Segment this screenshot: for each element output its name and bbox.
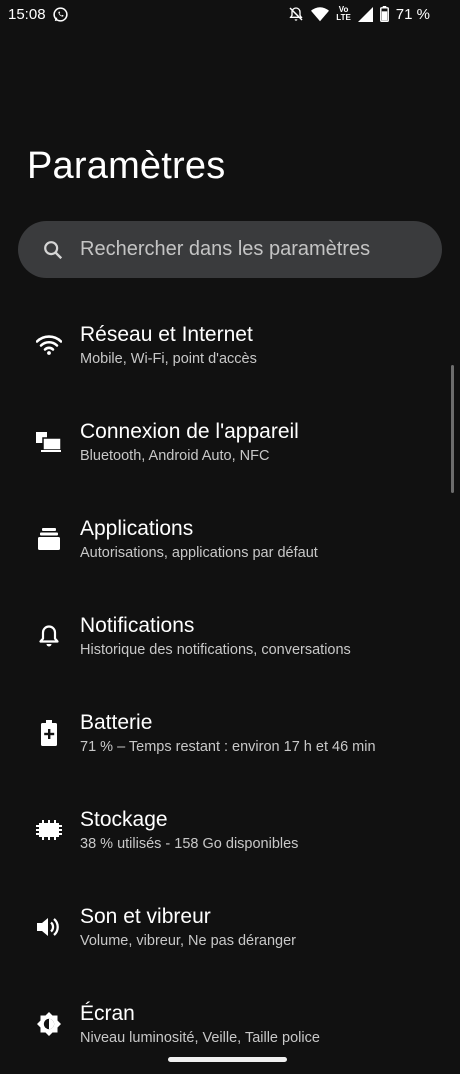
item-text: Applications Autorisations, applications… — [80, 516, 318, 563]
item-subtitle: 38 % utilisés - 158 Go disponibles — [80, 836, 299, 852]
item-subtitle: Volume, vibreur, Ne pas déranger — [80, 933, 297, 949]
bell-off-icon — [288, 6, 304, 22]
storage-icon — [34, 815, 64, 845]
item-subtitle: Bluetooth, Android Auto, NFC — [80, 448, 270, 464]
battery-icon — [379, 6, 389, 22]
volte-lte-icon: Vo LTE — [336, 6, 351, 22]
item-title: Notifications — [80, 614, 195, 637]
status-time: 15:08 — [8, 5, 46, 23]
item-text: Réseau et Internet Mobile, Wi-Fi, point … — [80, 322, 257, 369]
item-title: Applications — [80, 517, 194, 540]
settings-item-battery[interactable]: Batterie 71 % – Temps restant : environ … — [0, 688, 460, 785]
settings-list: Réseau et Internet Mobile, Wi-Fi, point … — [0, 300, 460, 1074]
wifi-icon — [34, 330, 64, 360]
signal-icon — [357, 6, 373, 22]
item-text: Notifications Historique des notificatio… — [80, 613, 351, 660]
item-subtitle: Historique des notifications, conversati… — [80, 642, 351, 658]
search-input[interactable] — [80, 238, 442, 261]
item-title: Connexion de l'appareil — [80, 420, 299, 443]
item-subtitle: Autorisations, applications par défaut — [80, 545, 318, 561]
item-title: Batterie — [80, 711, 153, 734]
settings-item-notifications[interactable]: Notifications Historique des notificatio… — [0, 591, 460, 688]
item-subtitle: Mobile, Wi-Fi, point d'accès — [80, 351, 257, 367]
scrollbar[interactable] — [451, 365, 454, 493]
settings-item-network[interactable]: Réseau et Internet Mobile, Wi-Fi, point … — [0, 300, 460, 397]
wifi-icon — [311, 6, 330, 22]
volume-icon — [34, 912, 64, 942]
battery-plus-icon — [34, 718, 64, 748]
page-title: Paramètres — [27, 145, 226, 187]
item-title: Écran — [80, 1002, 135, 1025]
battery-percent: 71 % — [395, 5, 430, 23]
settings-item-storage[interactable]: Stockage 38 % utilisés - 158 Go disponib… — [0, 785, 460, 882]
item-text: Connexion de l'appareil Bluetooth, Andro… — [80, 419, 299, 466]
item-text: Écran Niveau luminosité, Veille, Taille … — [80, 1001, 320, 1048]
status-bar: 15:08 Vo LTE 71 % — [0, 0, 460, 28]
status-right: Vo LTE 71 % — [288, 6, 430, 23]
whatsapp-icon — [52, 6, 69, 23]
item-title: Réseau et Internet — [80, 323, 253, 346]
item-text: Batterie 71 % – Temps restant : environ … — [80, 710, 376, 757]
item-subtitle: 71 % – Temps restant : environ 17 h et 4… — [80, 739, 376, 755]
devices-icon — [34, 427, 64, 457]
settings-item-apps[interactable]: Applications Autorisations, applications… — [0, 494, 460, 591]
settings-item-connected-devices[interactable]: Connexion de l'appareil Bluetooth, Andro… — [0, 397, 460, 494]
item-title: Stockage — [80, 808, 168, 831]
item-title: Son et vibreur — [80, 905, 211, 928]
gesture-nav-handle[interactable] — [168, 1057, 287, 1062]
item-text: Stockage 38 % utilisés - 158 Go disponib… — [80, 807, 298, 854]
apps-icon — [34, 524, 64, 554]
search-bar[interactable] — [18, 221, 442, 278]
settings-item-sound[interactable]: Son et vibreur Volume, vibreur, Ne pas d… — [0, 882, 460, 979]
brightness-icon — [34, 1009, 64, 1039]
lte-label: LTE — [336, 13, 351, 22]
bell-icon — [34, 621, 64, 651]
item-subtitle: Niveau luminosité, Veille, Taille police — [80, 1030, 320, 1046]
search-icon — [42, 239, 64, 261]
settings-screen: 15:08 Vo LTE 71 % Paramètres Rechercher … — [0, 0, 460, 1074]
status-left: 15:08 — [8, 6, 69, 23]
item-text: Son et vibreur Volume, vibreur, Ne pas d… — [80, 904, 296, 951]
